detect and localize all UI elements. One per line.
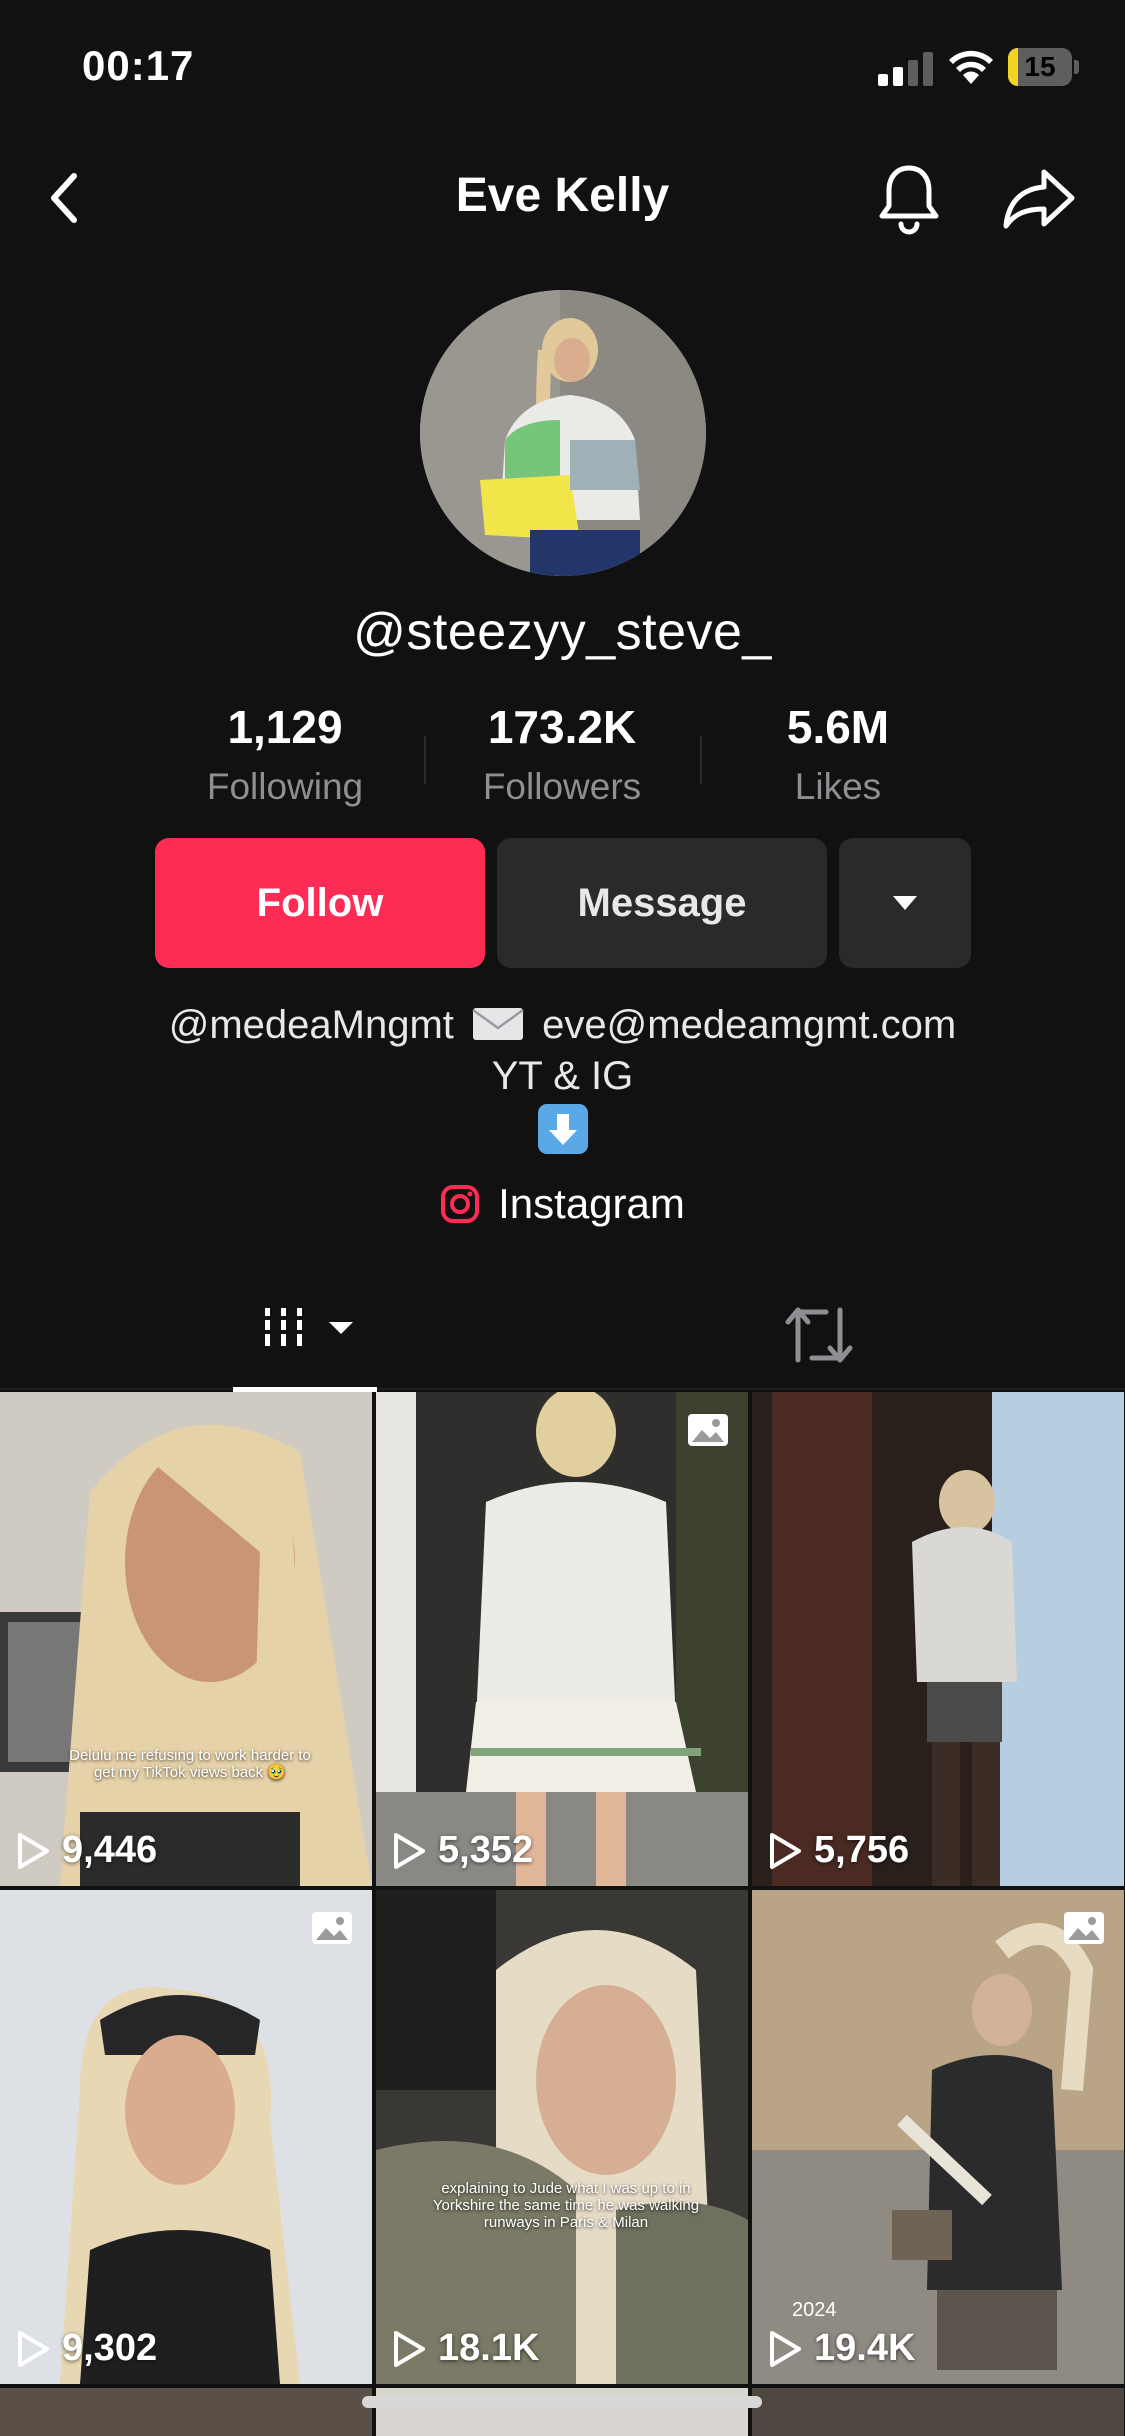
grid-tile[interactable]: Delulu me refusing to work harder to get…: [0, 1392, 372, 1886]
grid-tile[interactable]: [752, 2388, 1124, 2436]
instagram-link-row: Instagram: [0, 1180, 1125, 1240]
grid-tile[interactable]: 5,756: [752, 1392, 1124, 1886]
play-icon: [18, 2330, 49, 2367]
avatar[interactable]: [420, 290, 706, 576]
down-arrow-emoji-icon: [537, 1104, 588, 1155]
envelope-icon: [472, 1008, 524, 1040]
grid-tile[interactable]: [0, 2388, 372, 2436]
grid-tile[interactable]: 9,302: [0, 1890, 372, 2384]
grid-tile[interactable]: 2024 19.4K: [752, 1890, 1124, 2384]
tab-videos[interactable]: [233, 1280, 377, 1392]
more-options-button[interactable]: [839, 838, 971, 968]
play-icon: [770, 1832, 801, 1869]
instagram-icon: [441, 1185, 480, 1223]
tile-thumbnail: [0, 1392, 372, 1886]
stat-value: 5.6M: [786, 701, 890, 753]
cellular-signal-icon: [878, 52, 933, 86]
repost-icon[interactable]: [784, 1302, 854, 1368]
bio-line-3: [0, 1102, 1125, 1155]
profile-stats: 1,129 Following 173.2K Followers 5.6M Li…: [0, 700, 1125, 820]
content-tabs: [0, 1280, 1125, 1392]
tile-caption: Delulu me refusing to work harder to get…: [69, 1747, 311, 1781]
page-title: Eve Kelly: [455, 169, 670, 222]
view-count: 9,446: [16, 1829, 157, 1872]
view-count-value: 9,446: [62, 1829, 158, 1871]
tile-thumbnail: [376, 1392, 748, 1886]
username: @steezyy_steve_: [353, 603, 772, 661]
bio-email: eve@medeamgmt.com: [542, 1003, 957, 1047]
stat-value: 173.2K: [487, 701, 637, 753]
view-count-value: 5,352: [438, 1829, 534, 1871]
bio-line-2: YT & IG: [491, 1054, 634, 1098]
home-indicator[interactable]: [362, 2396, 762, 2408]
status-time: 00:17: [82, 42, 195, 89]
photo-post-icon: [688, 1414, 728, 1446]
photo-post-icon: [312, 1912, 352, 1944]
stat-likes[interactable]: 5.6M Likes: [718, 700, 958, 808]
stat-followers[interactable]: 173.2K Followers: [442, 700, 682, 808]
photo-post-icon: [1064, 1912, 1104, 1944]
stat-label: Likes: [794, 766, 882, 807]
grid-tile[interactable]: 5,352: [376, 1392, 748, 1886]
share-arrow-icon[interactable]: [1002, 162, 1078, 234]
tile-caption: 2024: [792, 2299, 837, 2321]
divider: [700, 736, 702, 784]
stat-following[interactable]: 1,129 Following: [165, 700, 405, 808]
tile-thumbnail: [0, 1890, 372, 2384]
play-icon: [18, 1832, 49, 1869]
battery-icon: 15: [1008, 48, 1080, 86]
instagram-link[interactable]: Instagram: [440, 1180, 685, 1228]
tile-thumbnail: [376, 1890, 748, 2384]
bio-line-1: @medeaMngmt eve@medeamgmt.com: [0, 1000, 1125, 1051]
view-count: 19.4K: [768, 2327, 915, 2370]
play-icon: [394, 1832, 425, 1869]
profile-header: Eve Kelly: [0, 140, 1125, 260]
status-bar: 00:17 15: [0, 0, 1125, 140]
view-count-value: 19.4K: [814, 2327, 916, 2369]
stat-label: Following: [206, 766, 364, 807]
view-count: 5,756: [768, 1829, 909, 1872]
bio-handle: @medeaMngmt: [168, 1003, 454, 1047]
profile-bio: @medeaMngmt eve@medeamgmt.com YT & IG: [0, 1000, 1125, 1155]
follow-button[interactable]: Follow: [155, 838, 485, 968]
grid-bars-icon: [265, 1308, 353, 1346]
play-icon: [770, 2330, 801, 2367]
wifi-icon: [949, 50, 993, 84]
caret-down-icon: [893, 896, 917, 910]
view-count-value: 5,756: [814, 1829, 910, 1871]
divider: [424, 736, 426, 784]
battery-percentage: 15: [1024, 51, 1056, 82]
view-count: 9,302: [16, 2327, 157, 2370]
view-count-value: 18.1K: [438, 2327, 540, 2369]
view-count: 5,352: [392, 1829, 533, 1872]
message-button[interactable]: Message: [497, 838, 827, 968]
view-count: 18.1K: [392, 2327, 539, 2370]
view-count-value: 9,302: [62, 2327, 158, 2369]
tile-thumbnail: [752, 1392, 1124, 1886]
tile-caption: explaining to Jude what I was up to in Y…: [432, 2180, 700, 2231]
avatar-photo: [420, 290, 706, 576]
stat-value: 1,129: [227, 701, 343, 753]
instagram-link-label: Instagram: [498, 1180, 685, 1227]
stat-label: Followers: [482, 766, 642, 807]
play-icon: [394, 2330, 425, 2367]
bell-icon[interactable]: [874, 158, 944, 238]
grid-tile[interactable]: explaining to Jude what I was up to in Y…: [376, 1890, 748, 2384]
